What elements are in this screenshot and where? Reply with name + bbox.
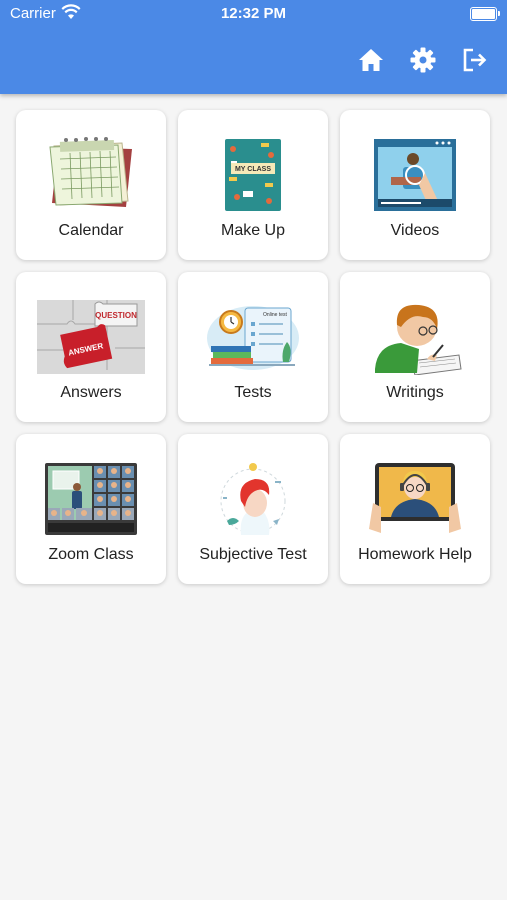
tile-calendar[interactable]: Calendar: [16, 110, 166, 260]
tile-writings[interactable]: Writings: [340, 272, 490, 422]
tile-label: Writings: [386, 384, 444, 401]
tile-label: Make Up: [220, 222, 286, 239]
thinking-head-icon: [198, 460, 308, 538]
home-icon: [359, 49, 383, 71]
clock: 12:32 PM: [220, 5, 287, 22]
online-test-caption: Online test: [263, 312, 288, 318]
app-bar: Carrier 12:32 PM: [0, 0, 507, 94]
tile-label: Answers: [60, 384, 122, 401]
calendar-icon: [36, 136, 146, 214]
tile-label: Zoom Class: [48, 546, 134, 563]
tile-zoom-class[interactable]: Zoom Class: [16, 434, 166, 584]
logout-icon: [463, 48, 487, 72]
puzzle-question-text: QUESTION: [95, 311, 137, 320]
puzzle-icon: QUESTION ANSWER: [36, 298, 146, 376]
tile-subjective-test[interactable]: Subjective Test: [178, 434, 328, 584]
tile-label: Videos: [390, 222, 440, 239]
online-test-icon: Online test: [198, 298, 308, 376]
writing-boy-icon: [360, 298, 470, 376]
home-button[interactable]: [355, 44, 387, 76]
battery-icon: [470, 7, 500, 21]
tile-tests[interactable]: Online test Tests: [178, 272, 328, 422]
tablet-tutor-icon: [360, 460, 470, 538]
settings-button[interactable]: [407, 44, 439, 76]
tile-homework-help[interactable]: Homework Help: [340, 434, 490, 584]
tile-label: Homework Help: [358, 546, 472, 563]
menu-grid: Calendar MY CLASS Make Up Videos QUESTIO…: [16, 110, 492, 584]
status-bar: Carrier 12:32 PM: [0, 0, 507, 30]
gear-icon: [410, 47, 436, 73]
video-conference-icon: [36, 460, 146, 538]
tile-answers[interactable]: QUESTION ANSWER Answers: [16, 272, 166, 422]
notebook-cover-text: MY CLASS: [235, 166, 271, 173]
tile-make-up[interactable]: MY CLASS Make Up: [178, 110, 328, 260]
tile-videos[interactable]: Videos: [340, 110, 490, 260]
video-player-icon: [360, 136, 470, 214]
tile-label: Calendar: [58, 222, 124, 239]
tile-label: Tests: [234, 384, 272, 401]
logout-button[interactable]: [459, 44, 491, 76]
notebook-icon: MY CLASS: [198, 136, 308, 214]
tile-label: Subjective Test: [199, 546, 307, 563]
